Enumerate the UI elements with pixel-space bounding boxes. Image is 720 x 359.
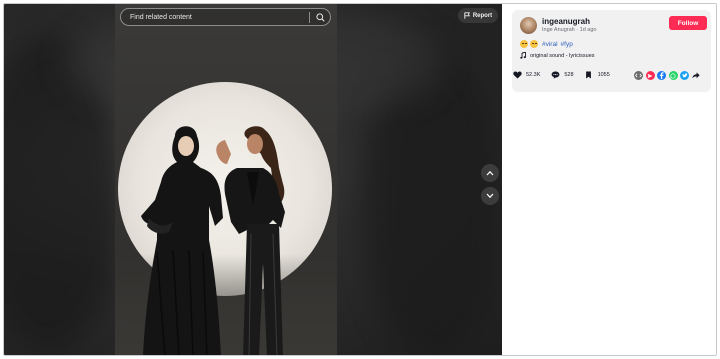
- search-icon: [315, 12, 325, 22]
- author-display-name: Inge Anugrah: [542, 27, 575, 33]
- comment-count: 528: [564, 72, 574, 78]
- like-button[interactable]: 52.3K: [512, 70, 540, 80]
- twitter-icon[interactable]: [680, 71, 689, 80]
- previous-video-button[interactable]: [481, 164, 499, 182]
- facebook-icon[interactable]: [657, 71, 666, 80]
- details-panel: ingeanugrah Inge Anugrah · 1d ago Follow…: [502, 4, 716, 355]
- grinning-face-emoji: [520, 40, 528, 48]
- music-note-icon: [520, 52, 526, 59]
- subline-separator: ·: [576, 27, 579, 33]
- whatsapp-icon[interactable]: [668, 71, 678, 80]
- comment-icon: [551, 71, 560, 79]
- grinning-face-emoji: [530, 40, 538, 48]
- video-player[interactable]: [115, 4, 337, 355]
- post-time: 1d ago: [579, 27, 597, 33]
- share-bar: [634, 71, 701, 80]
- music-label: original sound - lyricissues: [530, 52, 595, 59]
- bookmark-icon: [586, 71, 591, 79]
- like-count: 52.3K: [526, 72, 541, 78]
- search-button[interactable]: [310, 9, 330, 25]
- comment-button[interactable]: 528: [550, 70, 574, 80]
- video-stage: Find related content Report: [4, 4, 502, 355]
- report-label: Report: [472, 12, 493, 19]
- chevron-up-icon: [486, 170, 494, 176]
- video-caption: #viral #fyp: [520, 40, 573, 48]
- engagement-stats: 52.3K 528 1055: [512, 70, 620, 80]
- avatar[interactable]: [520, 17, 537, 34]
- hashtag-link[interactable]: #viral: [542, 41, 558, 48]
- embed-icon[interactable]: [634, 71, 643, 80]
- save-button[interactable]: 1055: [584, 70, 610, 80]
- music-link[interactable]: original sound - lyricissues: [520, 52, 595, 59]
- search-bar[interactable]: Find related content: [120, 8, 331, 26]
- heart-icon: [512, 71, 522, 79]
- save-count: 1055: [597, 72, 610, 78]
- flag-icon: [464, 12, 470, 19]
- person-right: [216, 126, 285, 355]
- send-icon[interactable]: [645, 71, 655, 80]
- app-window: Find related content Report ingeanugrah …: [3, 3, 717, 356]
- next-video-button[interactable]: [481, 187, 499, 205]
- author-username[interactable]: ingeanugrah: [542, 17, 590, 26]
- share-arrow-icon[interactable]: [692, 71, 701, 80]
- chevron-down-icon: [486, 193, 494, 199]
- author-subline: Inge Anugrah · 1d ago: [542, 27, 596, 33]
- report-button[interactable]: Report: [458, 8, 498, 23]
- follow-button[interactable]: Follow: [669, 16, 707, 30]
- search-input[interactable]: Find related content: [130, 14, 309, 21]
- hashtag-link[interactable]: #fyp: [561, 41, 573, 48]
